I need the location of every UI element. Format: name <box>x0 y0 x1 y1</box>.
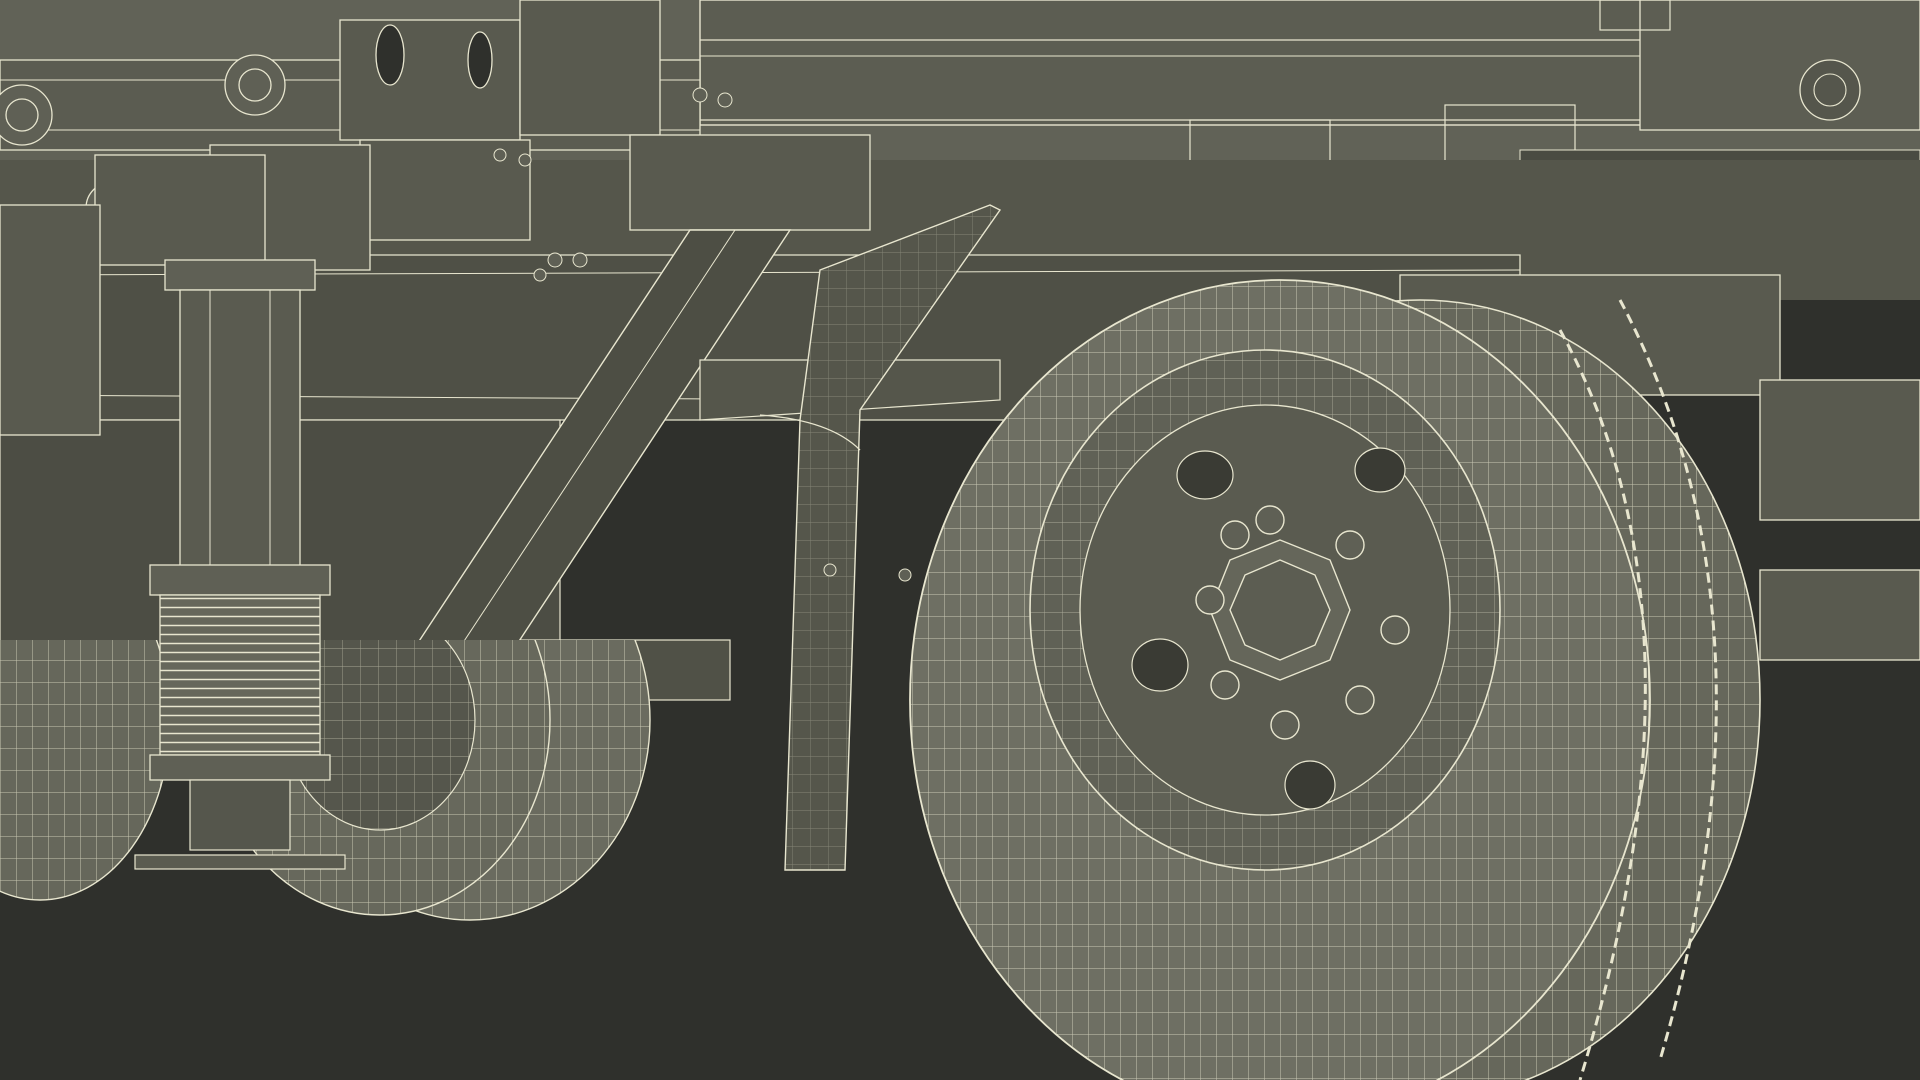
wireframe-render-scene <box>0 0 1920 1080</box>
front-dual-wheel <box>909 279 1761 1080</box>
